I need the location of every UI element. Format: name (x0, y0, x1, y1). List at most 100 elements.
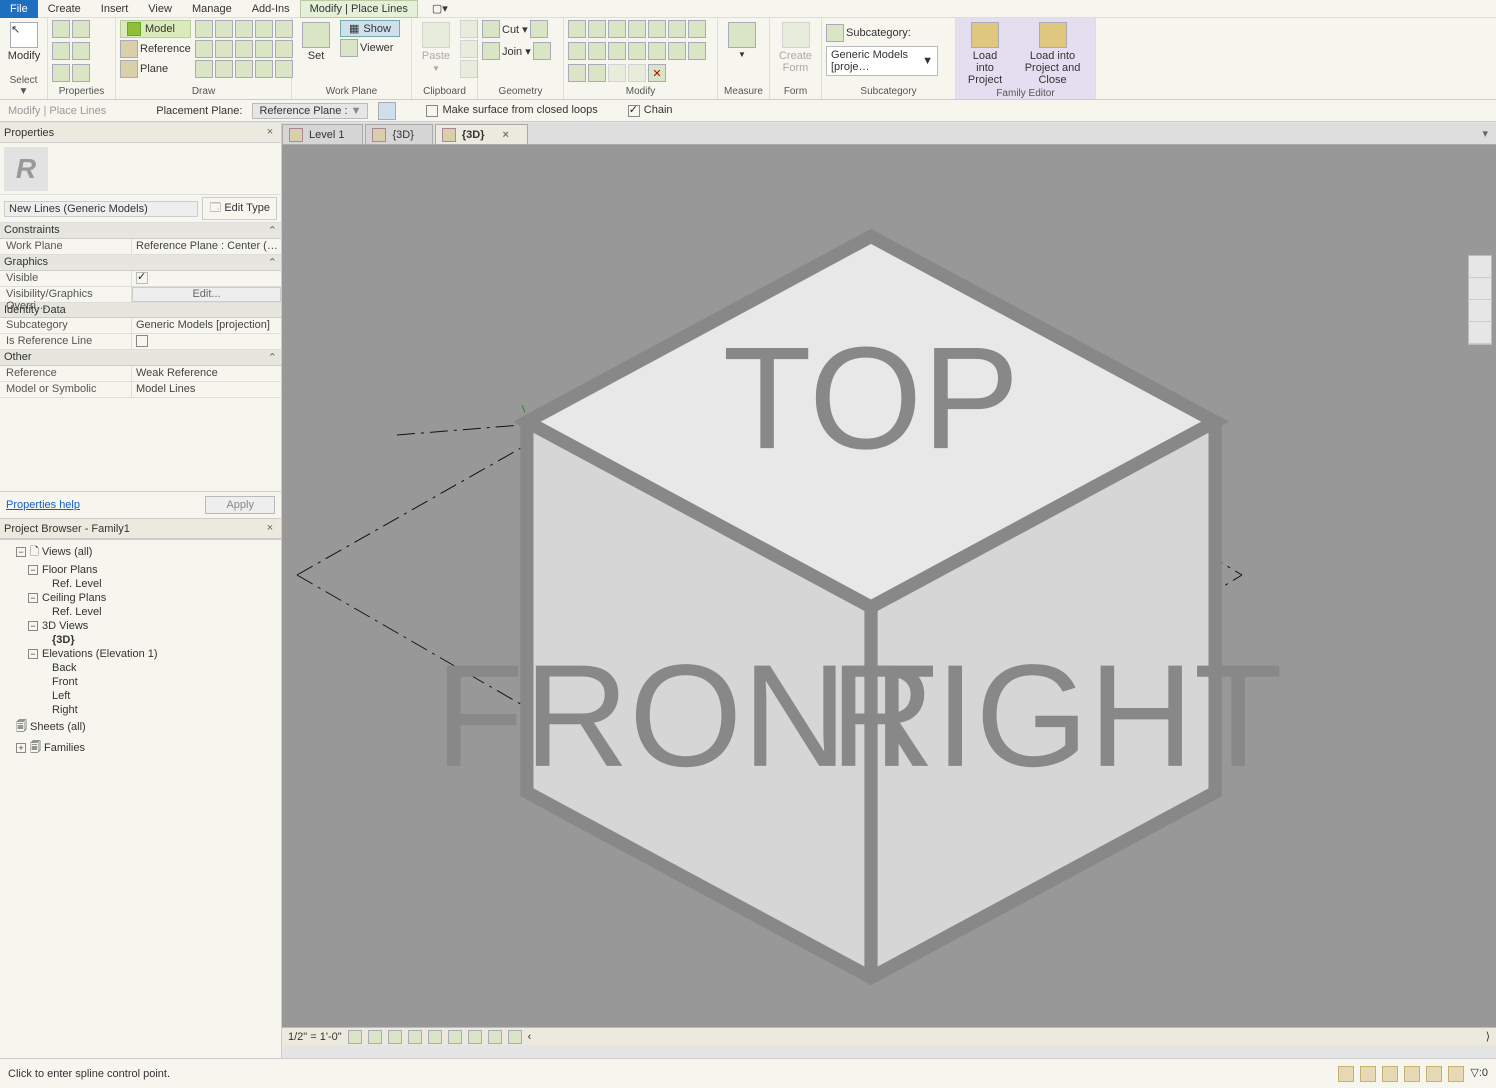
vc-more-icon[interactable]: ‹ (528, 1031, 532, 1043)
draw-circle-icon[interactable] (255, 20, 273, 38)
menu-file[interactable]: File (0, 0, 38, 18)
nav-orbit-icon[interactable] (1469, 322, 1491, 344)
draw-arc-icon[interactable] (275, 20, 293, 38)
delete-icon[interactable]: ✕ (648, 64, 666, 82)
tree-elevations[interactable]: −Elevations (Elevation 1) (4, 647, 277, 661)
nav-zoom-icon[interactable] (1469, 300, 1491, 322)
reference-line-button[interactable]: Reference (120, 40, 191, 58)
cat-other[interactable]: Other⌃ (0, 350, 281, 366)
tree-elev-left[interactable]: Left (4, 689, 277, 703)
tree-elev-back[interactable]: Back (4, 661, 277, 675)
unpin-icon[interactable] (588, 64, 606, 82)
visible-checkbox[interactable] (132, 271, 281, 286)
sb-icon-1[interactable] (1338, 1066, 1354, 1082)
reference-plane-button[interactable]: Plane (120, 60, 191, 78)
set-workplane-button[interactable]: Set (296, 20, 336, 64)
is-ref-line-checkbox[interactable] (132, 334, 281, 349)
mirror-draw-icon[interactable] (628, 20, 646, 38)
cat-identity[interactable]: Identity Data (0, 303, 281, 318)
tree-3d-views[interactable]: −3D Views (4, 619, 277, 633)
tree-ref-level-fp[interactable]: Ref. Level (4, 577, 277, 591)
subcategory-dropdown[interactable]: Generic Models [proje…▼ (826, 46, 938, 76)
type-properties-icon[interactable] (52, 20, 70, 38)
type-selector-dropdown[interactable]: New Lines (Generic Models) (4, 201, 198, 217)
array-icon[interactable] (668, 42, 686, 60)
menu-view[interactable]: View (138, 0, 182, 18)
detail-level-icon[interactable] (348, 1030, 362, 1044)
workplane-value[interactable]: Reference Plane : Center (… (132, 239, 281, 254)
rotate-icon[interactable] (688, 20, 706, 38)
draw-arc2-icon[interactable] (195, 40, 213, 58)
tab-overflow-icon[interactable]: ▾ (1474, 123, 1496, 144)
reference-value[interactable]: Weak Reference (132, 366, 281, 381)
browser-header[interactable]: Project Browser - Family1× (0, 519, 281, 539)
tree-views[interactable]: −🗋 Views (all) (4, 542, 277, 563)
properties-icon[interactable] (72, 20, 90, 38)
tree-elev-right[interactable]: Right (4, 703, 277, 717)
trim-icon[interactable] (568, 42, 586, 60)
load-into-project-button[interactable]: Load into Project (960, 20, 1010, 88)
draw-pick-icon[interactable] (275, 60, 293, 78)
visual-style-icon[interactable] (368, 1030, 382, 1044)
tab-3d-1[interactable]: {3D} (365, 124, 432, 144)
copy-icon[interactable] (668, 20, 686, 38)
scale-icon[interactable] (688, 42, 706, 60)
menu-addins[interactable]: Add-Ins (242, 0, 300, 18)
draw-ellipse-icon[interactable] (275, 40, 293, 58)
sb-icon-5[interactable] (1426, 1066, 1442, 1082)
mirror-axis-icon[interactable] (608, 20, 626, 38)
tree-ref-level-cp[interactable]: Ref. Level (4, 605, 277, 619)
panel-select[interactable]: Select ▼ (4, 75, 43, 99)
draw-line-icon[interactable] (195, 20, 213, 38)
close-tab-icon[interactable]: × (503, 129, 509, 141)
draw-e3-icon[interactable] (235, 60, 253, 78)
placement-plane-dropdown[interactable]: Reference Plane : ▼ (252, 103, 368, 119)
close-icon[interactable]: × (263, 126, 277, 140)
temp-hide-icon[interactable] (488, 1030, 502, 1044)
sb-icon-2[interactable] (1360, 1066, 1376, 1082)
split-gap-icon[interactable] (648, 42, 666, 60)
tab-3d-2-active[interactable]: {3D}× (435, 124, 528, 144)
tree-elev-front[interactable]: Front (4, 675, 277, 689)
drawing-canvas[interactable]: 150.00° ↝ TOP FRONT RIGHT 1/2" = 1'-0" ‹ (282, 145, 1496, 1045)
trim-multi-icon[interactable] (608, 42, 626, 60)
sb-icon-4[interactable] (1404, 1066, 1420, 1082)
properties-help-link[interactable]: Properties help (6, 499, 80, 511)
sb-icon-3[interactable] (1382, 1066, 1398, 1082)
cut-geometry-button[interactable]: Cut ▾ (482, 20, 548, 38)
split-icon[interactable] (628, 42, 646, 60)
workplane-viewer-button[interactable]: Viewer (340, 39, 400, 57)
playback-icon[interactable]: ▢▾ (426, 0, 454, 17)
align-icon[interactable] (568, 20, 586, 38)
draw-spline-icon[interactable] (255, 40, 273, 58)
prop-icon-4[interactable] (72, 42, 90, 60)
vg-overrides-button[interactable]: Edit... (132, 287, 281, 302)
pick-plane-icon[interactable] (378, 102, 396, 120)
view-scale[interactable]: 1/2" = 1'-0" (288, 1031, 342, 1043)
nav-wheel-icon[interactable] (1469, 256, 1491, 278)
model-or-symbolic-value[interactable]: Model Lines (132, 382, 281, 397)
crop-view-icon[interactable] (428, 1030, 442, 1044)
filter-icon[interactable]: ▽:0 (1470, 1066, 1488, 1082)
menu-create[interactable]: Create (38, 0, 91, 18)
tree-families[interactable]: +🗐 Families (4, 738, 277, 759)
draw-fillet-icon[interactable] (235, 40, 253, 58)
draw-rect-icon[interactable] (215, 20, 233, 38)
draw-e4-icon[interactable] (255, 60, 273, 78)
vc-expand-icon[interactable]: ⟩ (1486, 1030, 1490, 1043)
model-line-button[interactable]: Model (120, 20, 191, 38)
subcategory-value[interactable]: Generic Models [projection] (132, 318, 281, 333)
nav-pan-icon[interactable] (1469, 278, 1491, 300)
modify-tool[interactable]: ↖Modify (4, 20, 44, 64)
tab-level1[interactable]: Level 1 (282, 124, 363, 144)
prop-icon-6[interactable] (72, 64, 90, 82)
pin-icon[interactable] (568, 64, 586, 82)
crop-region-icon[interactable] (448, 1030, 462, 1044)
draw-e2-icon[interactable] (215, 60, 233, 78)
chain-checkbox[interactable]: Chain (628, 104, 673, 116)
menu-insert[interactable]: Insert (91, 0, 139, 18)
sb-icon-6[interactable] (1448, 1066, 1464, 1082)
menu-manage[interactable]: Manage (182, 0, 242, 18)
draw-poly-icon[interactable] (235, 20, 253, 38)
family-types-icon[interactable] (52, 42, 70, 60)
